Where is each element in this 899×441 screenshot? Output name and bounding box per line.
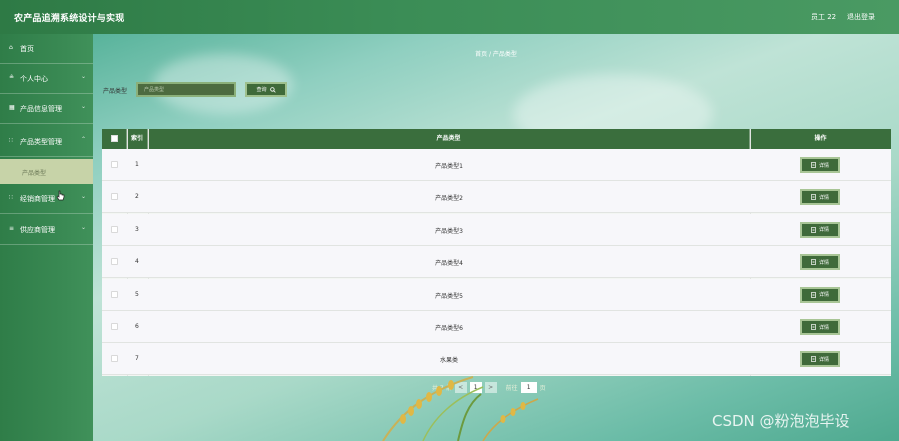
chevron-down-icon: ⌄ bbox=[81, 224, 87, 231]
sidebar-item-label: 经销商管理 bbox=[20, 195, 55, 203]
sidebar-item-label: 产品类型管理 bbox=[20, 138, 62, 146]
row-index: 5 bbox=[135, 290, 139, 298]
detail-button[interactable]: 详情 bbox=[800, 286, 840, 303]
detail-button-label: 详情 bbox=[818, 324, 829, 331]
sidebar-item-label: 供应商管理 bbox=[20, 226, 55, 234]
sidebar-item-label: 个人中心 bbox=[20, 75, 48, 83]
search-button[interactable]: 查询 bbox=[245, 82, 287, 97]
apps-icon: ∷ bbox=[9, 137, 13, 144]
row-product-type: 产品类型5 bbox=[435, 292, 463, 300]
detail-button[interactable]: 详情 bbox=[800, 351, 840, 368]
sidebar-item-product-type[interactable]: ∷ 产品类型管理 ⌃ bbox=[0, 127, 93, 157]
row-index: 1 bbox=[135, 161, 139, 168]
detail-button-label: 详情 bbox=[818, 356, 829, 363]
sidebar: ⌂ 首页 ≗ 个人中心 ⌄ ▦ 产品信息管理 ⌄ ∷ 产品类型管理 ⌃ 产品类型… bbox=[0, 34, 93, 441]
submenu-item-product-type[interactable]: 产品类型 bbox=[0, 159, 93, 184]
detail-button[interactable]: 详情 bbox=[800, 254, 840, 271]
sidebar-item-label: 产品信息管理 bbox=[20, 105, 62, 113]
product-type-search-input[interactable] bbox=[136, 82, 236, 97]
detail-button-label: 详情 bbox=[818, 227, 829, 234]
document-icon bbox=[811, 226, 816, 233]
current-user[interactable]: 员工 22 bbox=[811, 12, 836, 22]
detail-button[interactable]: 详情 bbox=[800, 319, 840, 335]
logout-link[interactable]: 退出登录 bbox=[847, 12, 875, 22]
breadcrumb: 首页 / 产品类型 bbox=[475, 51, 517, 58]
main-content: 首页 / 产品类型 产品类型 查询 索引 产品类型 操作 1 产品类型1 详情 2 产品… bbox=[93, 34, 899, 441]
product-type-table: 索引 产品类型 操作 1 产品类型1 详情 2 产品类型2 详情 3 产品类型3 详情 4 产品类型… bbox=[102, 129, 891, 376]
row-index: 6 bbox=[135, 323, 139, 330]
chevron-down-icon: ⌄ bbox=[81, 103, 87, 110]
column-header-actions: 操作 bbox=[814, 135, 827, 142]
column-header-type[interactable]: 产品类型 bbox=[148, 129, 750, 149]
chevron-down-icon: ⌄ bbox=[81, 193, 87, 200]
row-checkbox[interactable] bbox=[111, 258, 118, 266]
document-icon bbox=[811, 291, 816, 298]
detail-button-label: 详情 bbox=[818, 259, 829, 266]
row-index: 7 bbox=[135, 355, 139, 363]
row-product-type: 水果类 bbox=[439, 357, 458, 365]
sidebar-item-supplier[interactable]: ≡ 供应商管理 ⌄ bbox=[0, 215, 93, 245]
detail-button[interactable]: 详情 bbox=[800, 221, 840, 238]
top-bar: 农产品追溯系统设计与实现 员工 22 退出登录 bbox=[0, 0, 899, 34]
document-icon bbox=[811, 324, 816, 330]
search-icon bbox=[269, 86, 276, 93]
document-icon bbox=[811, 194, 816, 201]
hand-cursor-icon bbox=[56, 190, 65, 201]
select-all-checkbox[interactable] bbox=[111, 135, 118, 142]
document-icon bbox=[811, 162, 816, 168]
detail-button-label: 详情 bbox=[818, 292, 829, 299]
select-all-cell bbox=[102, 129, 127, 149]
submenu-item-label: 产品类型 bbox=[22, 170, 47, 177]
search-button-label: 查询 bbox=[256, 87, 267, 93]
row-product-type: 产品类型2 bbox=[435, 195, 463, 203]
sidebar-item-home[interactable]: ⌂ 首页 bbox=[0, 34, 93, 64]
row-index: 2 bbox=[135, 193, 139, 201]
sidebar-item-label: 首页 bbox=[20, 45, 34, 53]
detail-button[interactable]: 详情 bbox=[800, 157, 840, 173]
table-header: 索引 产品类型 操作 bbox=[102, 129, 891, 149]
chevron-down-icon: ⌄ bbox=[81, 73, 87, 80]
sidebar-item-personal-center[interactable]: ≗ 个人中心 ⌄ bbox=[0, 64, 93, 94]
row-checkbox[interactable] bbox=[111, 355, 118, 363]
table-row: 5 产品类型5 详情 bbox=[102, 278, 891, 311]
row-checkbox[interactable] bbox=[111, 290, 118, 298]
row-index: 4 bbox=[135, 258, 139, 266]
detail-button[interactable]: 详情 bbox=[800, 189, 840, 206]
row-checkbox[interactable] bbox=[111, 225, 118, 233]
search-label: 产品类型 bbox=[103, 88, 128, 95]
sidebar-item-dealer[interactable]: ∷ 经销商管理 ⌄ bbox=[0, 184, 93, 214]
row-checkbox[interactable] bbox=[111, 161, 118, 168]
row-index: 3 bbox=[135, 225, 139, 233]
row-checkbox[interactable] bbox=[111, 323, 118, 330]
table-row: 2 产品类型2 详情 bbox=[102, 181, 891, 214]
table-row: 6 产品类型6 详情 bbox=[102, 311, 891, 343]
column-header-index[interactable]: 索引 bbox=[127, 129, 148, 149]
table-row: 1 产品类型1 详情 bbox=[102, 149, 891, 181]
document-icon bbox=[811, 356, 816, 363]
home-icon: ⌂ bbox=[9, 44, 13, 51]
row-product-type: 产品类型3 bbox=[435, 227, 463, 235]
grid-icon: ▦ bbox=[9, 104, 15, 111]
detail-button-label: 详情 bbox=[818, 162, 829, 169]
person-icon: ≗ bbox=[9, 74, 15, 81]
sidebar-item-product-info[interactable]: ▦ 产品信息管理 ⌄ bbox=[0, 94, 93, 124]
row-product-type: 产品类型4 bbox=[435, 260, 463, 268]
document-icon bbox=[811, 259, 816, 266]
chevron-up-icon: ⌃ bbox=[81, 136, 87, 143]
list-icon: ≡ bbox=[9, 225, 15, 232]
row-product-type: 产品类型6 bbox=[435, 325, 463, 332]
app-title: 农产品追溯系统设计与实现 bbox=[14, 14, 125, 24]
watermark: CSDN @粉泡泡毕设 bbox=[712, 412, 850, 430]
decorative-plant-illustration bbox=[382, 376, 539, 441]
row-checkbox[interactable] bbox=[111, 193, 118, 201]
apps-icon: ∷ bbox=[9, 194, 13, 201]
table-row: 3 产品类型3 详情 bbox=[102, 213, 891, 246]
row-product-type: 产品类型1 bbox=[435, 163, 463, 170]
table-row: 4 产品类型4 详情 bbox=[102, 246, 891, 279]
detail-button-label: 详情 bbox=[818, 194, 829, 201]
